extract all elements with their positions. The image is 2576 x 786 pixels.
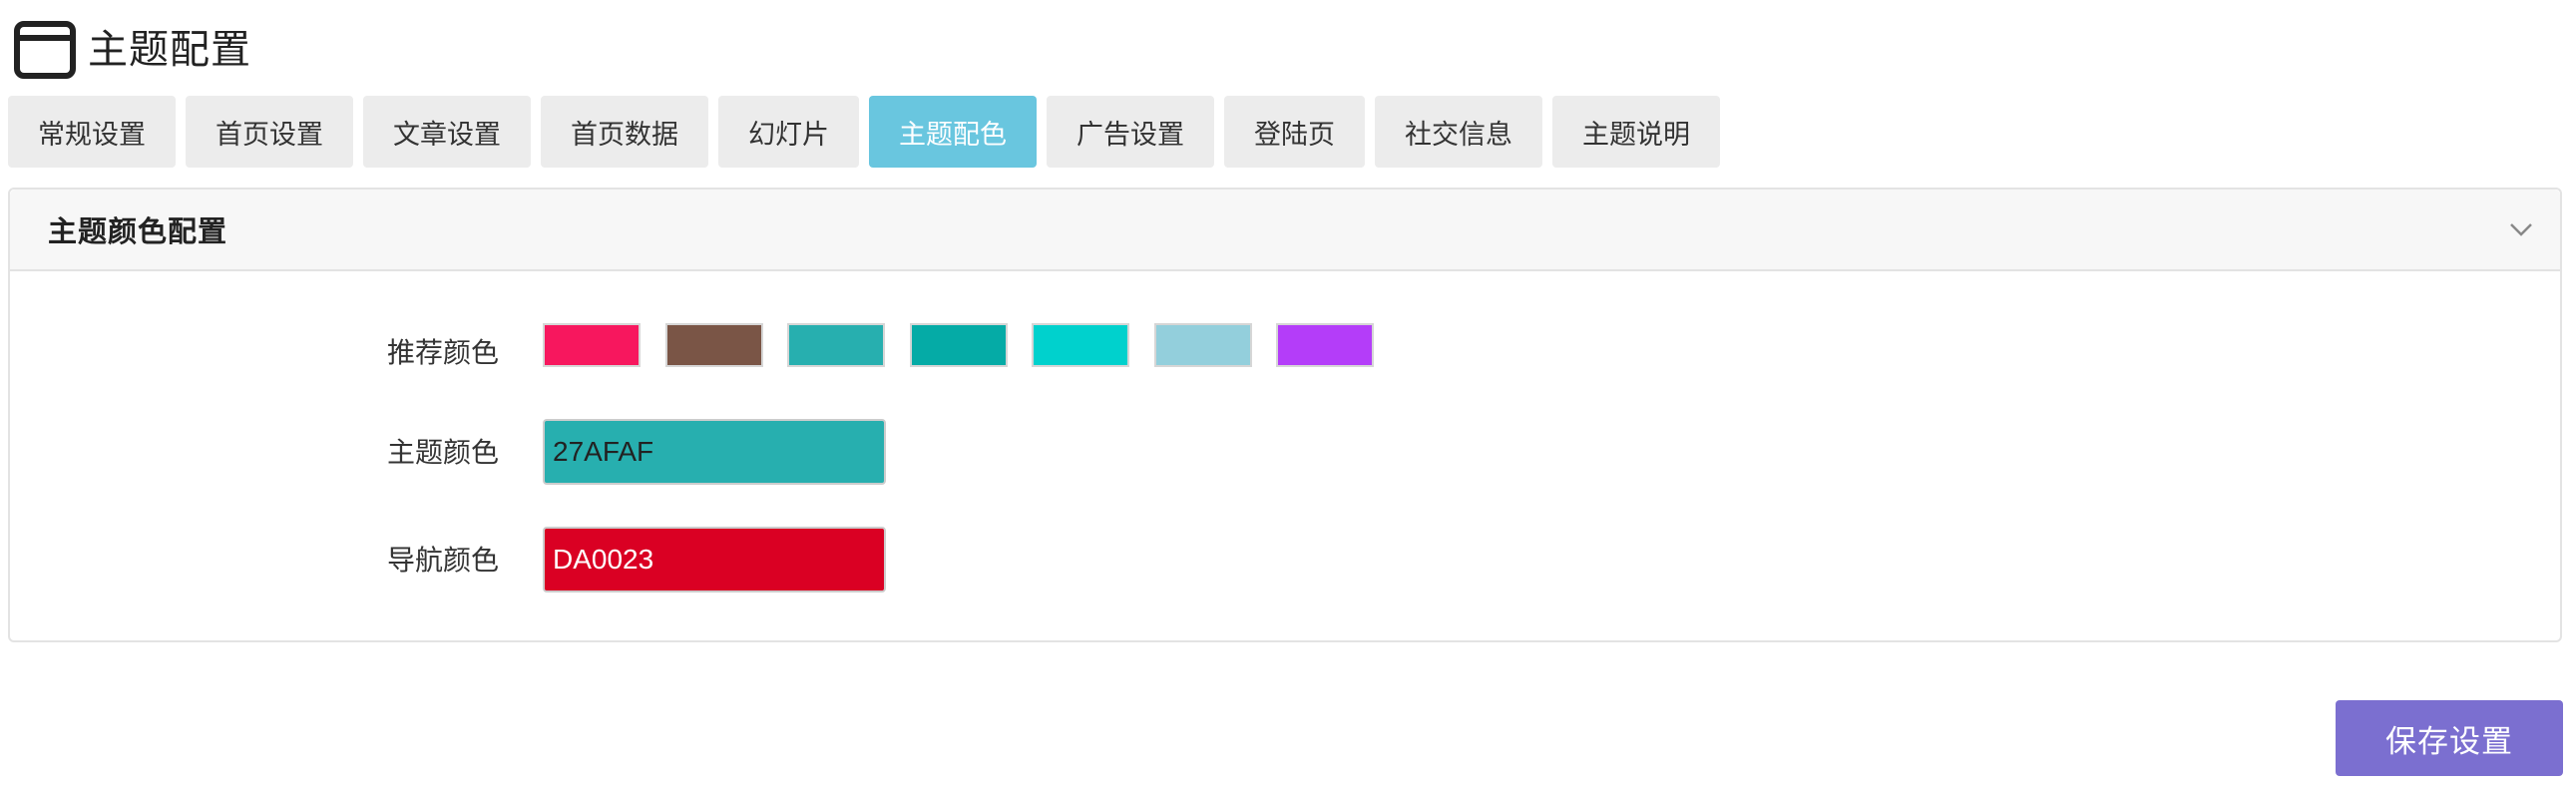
theme-color-input[interactable]	[543, 419, 886, 485]
chevron-down-icon[interactable]	[2508, 215, 2534, 241]
panel-title: 主题颜色配置	[48, 214, 228, 248]
save-settings-button[interactable]: 保存设置	[2336, 700, 2563, 776]
color-swatch[interactable]	[543, 323, 641, 367]
tab-theme-colors[interactable]: 主题配色	[869, 96, 1037, 168]
color-swatch[interactable]	[1032, 323, 1129, 367]
page-header: 主题配置	[14, 20, 251, 80]
color-swatch[interactable]	[909, 323, 1008, 367]
tab-home-data[interactable]: 首页数据	[541, 96, 708, 168]
color-swatch[interactable]	[1276, 323, 1374, 367]
theme-color-label: 主题颜色	[387, 436, 500, 469]
page-title: 主题配置	[88, 27, 251, 73]
tab-login-page[interactable]: 登陆页	[1224, 96, 1365, 168]
theme-color-panel: 主题颜色配置 推荐颜色 主题颜色 导航颜色	[8, 188, 2562, 642]
nav-color-input[interactable]	[543, 527, 886, 592]
theme-config-page: 主题配置 常规设置 首页设置 文章设置 首页数据 幻灯片 主题配色 广告设置 登…	[0, 0, 2576, 786]
tab-home[interactable]: 首页设置	[186, 96, 353, 168]
settings-tabs: 常规设置 首页设置 文章设置 首页数据 幻灯片 主题配色 广告设置 登陆页 社交…	[8, 96, 1720, 168]
color-swatch[interactable]	[787, 323, 885, 367]
tab-theme-readme[interactable]: 主题说明	[1552, 96, 1720, 168]
tab-ads[interactable]: 广告设置	[1047, 96, 1214, 168]
browser-window-icon	[14, 21, 76, 79]
tab-social-info[interactable]: 社交信息	[1375, 96, 1542, 168]
nav-color-label: 导航颜色	[387, 544, 500, 577]
tab-slideshow[interactable]: 幻灯片	[718, 96, 859, 168]
panel-header[interactable]: 主题颜色配置	[10, 190, 2560, 271]
color-swatch[interactable]	[664, 323, 763, 367]
tab-article[interactable]: 文章设置	[363, 96, 531, 168]
tab-general[interactable]: 常规设置	[8, 96, 176, 168]
recommended-colors-label: 推荐颜色	[387, 336, 500, 369]
color-swatch[interactable]	[1153, 323, 1252, 367]
